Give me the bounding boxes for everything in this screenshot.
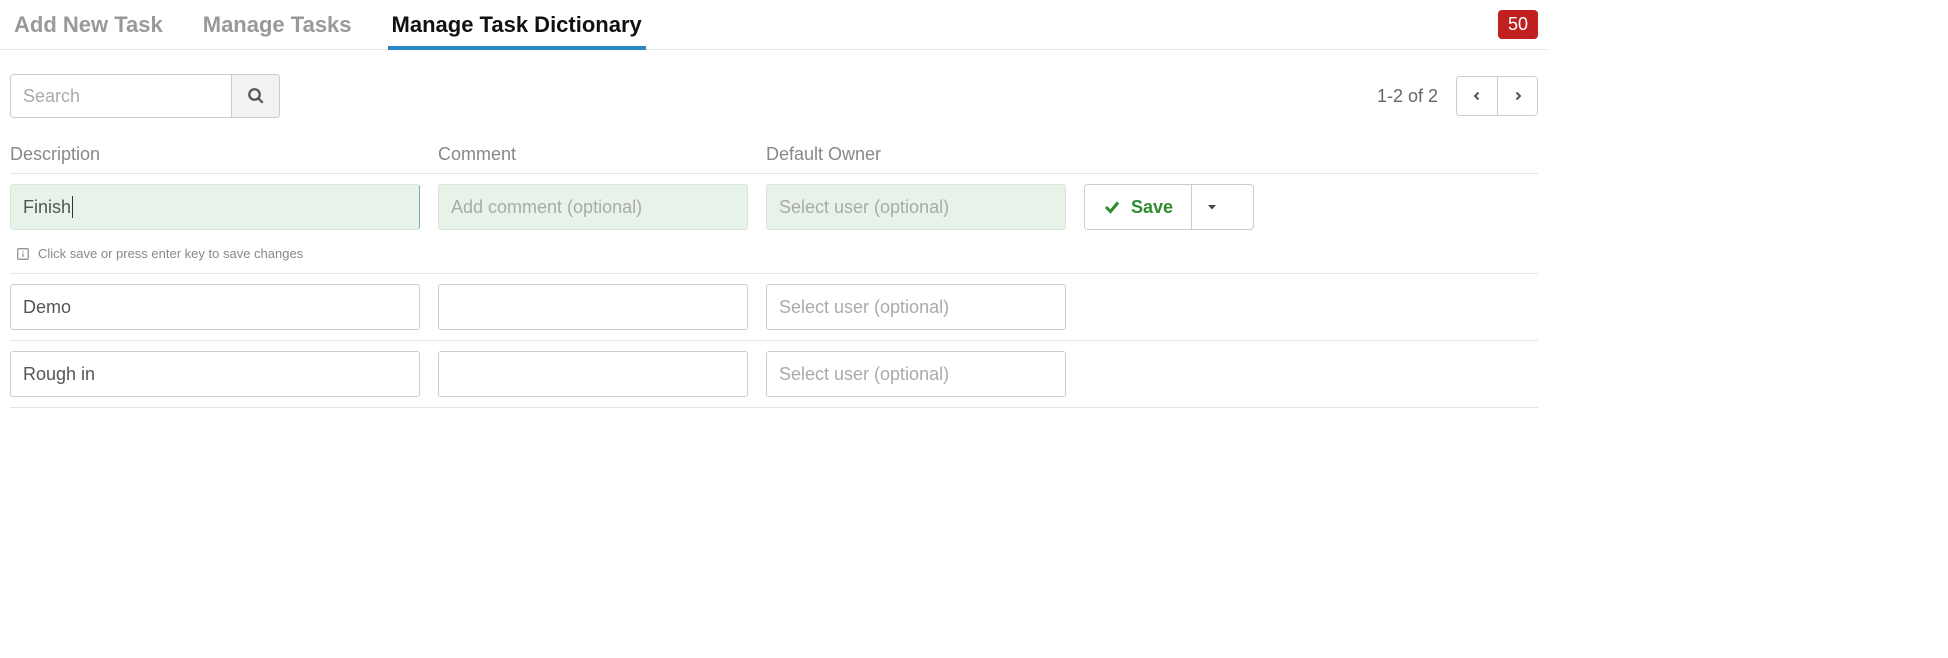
comment-placeholder: Add comment (optional) [451,197,642,218]
task-table: Description Comment Default Owner Finish… [0,136,1548,408]
description-value: Demo [23,297,71,318]
pager-buttons [1456,76,1538,116]
pager-prev-button[interactable] [1457,77,1497,115]
column-header-comment: Comment [438,144,748,165]
text-cursor [72,196,73,218]
default-owner-select[interactable]: Select user (optional) [766,284,1066,330]
pager-next-button[interactable] [1497,77,1537,115]
save-button-group: Save [1084,184,1254,230]
table-header: Description Comment Default Owner [10,136,1538,174]
tab-manage-task-dictionary[interactable]: Manage Task Dictionary [388,0,646,49]
search-icon [247,87,265,105]
table-row: Rough in Select user (optional) [10,341,1538,408]
caret-down-icon [1206,201,1218,213]
tab-manage-tasks[interactable]: Manage Tasks [199,0,356,49]
pager-range: 1-2 of 2 [1377,86,1438,107]
save-dropdown-button[interactable] [1191,185,1231,229]
save-button[interactable]: Save [1085,185,1191,229]
comment-input[interactable] [438,284,748,330]
notification-badge[interactable]: 50 [1498,10,1538,39]
description-value: Finish [23,197,71,218]
hint-text: Click save or press enter key to save ch… [38,246,303,261]
default-owner-select[interactable]: Select user (optional) [766,184,1066,230]
save-label: Save [1131,197,1173,218]
comment-input[interactable] [438,351,748,397]
search-button[interactable] [231,75,279,117]
table-row-edit: Finish Add comment (optional) Select use… [10,174,1538,240]
owner-placeholder: Select user (optional) [779,197,949,218]
check-icon [1103,198,1121,216]
column-header-default-owner: Default Owner [766,144,1066,165]
chevron-left-icon [1471,89,1483,103]
search-group [10,74,280,118]
table-row: Demo Select user (optional) [10,274,1538,341]
column-header-description: Description [10,144,420,165]
chevron-right-icon [1512,89,1524,103]
owner-placeholder: Select user (optional) [779,297,949,318]
description-input[interactable]: Demo [10,284,420,330]
default-owner-select[interactable]: Select user (optional) [766,351,1066,397]
search-input[interactable] [11,75,231,117]
description-value: Rough in [23,364,95,385]
info-icon [16,247,30,261]
owner-placeholder: Select user (optional) [779,364,949,385]
tab-add-new-task[interactable]: Add New Task [10,0,167,49]
description-input[interactable]: Finish [10,184,420,230]
hint-row: Click save or press enter key to save ch… [10,240,1538,274]
description-input[interactable]: Rough in [10,351,420,397]
tabs-list: Add New Task Manage Tasks Manage Task Di… [10,0,646,49]
tabs-bar: Add New Task Manage Tasks Manage Task Di… [0,0,1548,50]
comment-input[interactable]: Add comment (optional) [438,184,748,230]
toolbar: 1-2 of 2 [0,50,1548,136]
